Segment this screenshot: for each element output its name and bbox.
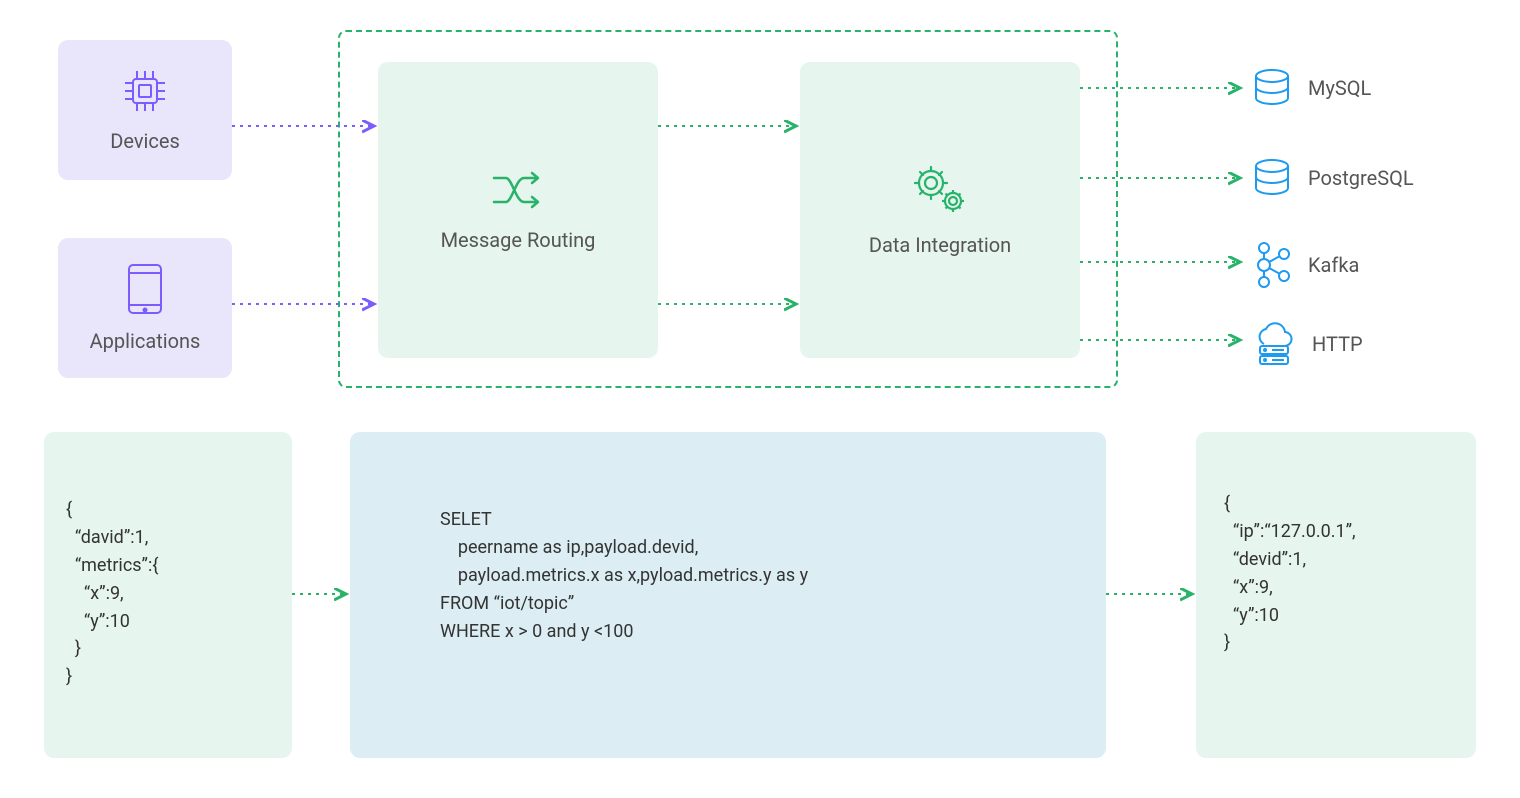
gears-icon [911, 163, 969, 217]
input-json-box: { “david”:1, “metrics”:{ “x”:9, “y”:10 }… [44, 432, 292, 758]
chip-icon [121, 67, 169, 115]
applications-label: Applications [90, 329, 201, 353]
cloud-server-icon [1250, 322, 1298, 366]
kafka-label: Kafka [1308, 253, 1359, 277]
source-applications: Applications [58, 238, 232, 378]
node-message-routing: Message Routing [378, 62, 658, 358]
integration-label: Data Integration [869, 233, 1011, 257]
node-data-integration: Data Integration [800, 62, 1080, 358]
sink-kafka: Kafka [1250, 240, 1359, 290]
postgres-label: PostgreSQL [1308, 166, 1414, 190]
sql-box: SELET peername as ip,payload.devid, payl… [350, 432, 1106, 758]
mysql-label: MySQL [1308, 76, 1371, 100]
database-icon [1250, 66, 1294, 110]
output-json-code: { “ip”:“127.0.0.1”, “devid”:1, “x”:9, “y… [1224, 490, 1356, 657]
input-json-code: { “david”:1, “metrics”:{ “x”:9, “y”:10 }… [66, 496, 158, 691]
tablet-icon [125, 263, 165, 315]
output-json-box: { “ip”:“127.0.0.1”, “devid”:1, “x”:9, “y… [1196, 432, 1476, 758]
sink-mysql: MySQL [1250, 66, 1371, 110]
shuffle-icon [490, 168, 546, 212]
sink-postgres: PostgreSQL [1250, 156, 1414, 200]
http-label: HTTP [1312, 332, 1363, 356]
source-devices: Devices [58, 40, 232, 180]
routing-label: Message Routing [441, 228, 596, 252]
kafka-icon [1250, 240, 1294, 290]
sink-http: HTTP [1250, 322, 1363, 366]
devices-label: Devices [110, 129, 180, 153]
database-icon [1250, 156, 1294, 200]
sql-code: SELET peername as ip,payload.devid, payl… [440, 506, 808, 645]
